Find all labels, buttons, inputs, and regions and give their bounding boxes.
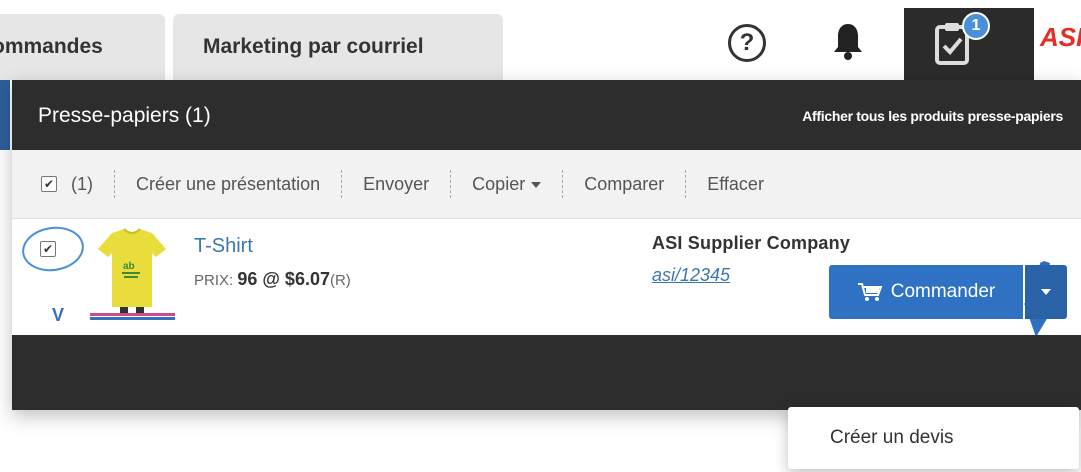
create-presentation-button[interactable]: Créer une présentation bbox=[136, 174, 320, 195]
selected-count: (1) bbox=[71, 173, 93, 194]
price-code: (R) bbox=[329, 272, 351, 289]
toolbar-divider bbox=[114, 170, 115, 198]
clipboard-panel-footer bbox=[12, 335, 1081, 410]
clipboard-panel: Presse-papiers (1) Afficher tous les pro… bbox=[12, 80, 1081, 410]
supplier-name: ASI Supplier Company bbox=[652, 233, 851, 253]
clipboard-count-badge: 1 bbox=[962, 12, 990, 40]
clipboard-panel-header: Presse-papiers (1) Afficher tous les pro… bbox=[12, 80, 1081, 150]
toolbar-divider bbox=[562, 170, 564, 198]
order-dropdown-menu: Créer un devis bbox=[788, 407, 1079, 469]
svg-text:ab: ab bbox=[123, 261, 135, 272]
toolbar-divider bbox=[450, 170, 452, 198]
clipboard-toolbar: ✔ (1) Créer une présentation Envoyer Cop… bbox=[12, 150, 1081, 219]
panel-title: Presse-papiers (1) bbox=[38, 104, 211, 127]
product-name-link[interactable]: T-Shirt bbox=[194, 235, 253, 258]
select-all-checkbox[interactable]: ✔ bbox=[41, 176, 57, 192]
product-price: PRIX: 96 @ $6.07(R) bbox=[194, 269, 351, 290]
item-checkbox[interactable]: ✔ bbox=[40, 241, 56, 257]
copy-label: Copier bbox=[472, 173, 526, 194]
create-quote-menu-item[interactable]: Créer un devis bbox=[830, 427, 954, 449]
order-button-label: Commander bbox=[890, 281, 996, 302]
send-button[interactable]: Envoyer bbox=[363, 174, 429, 195]
view-all-clipboard-link[interactable]: Afficher tous les produits presse-papier… bbox=[802, 108, 1063, 124]
tab-marketing-label: Marketing par courriel bbox=[203, 35, 424, 58]
clipboard-menu[interactable]: 1 bbox=[904, 8, 1034, 80]
order-dropdown-toggle[interactable] bbox=[1025, 265, 1067, 319]
price-label: PRIX: bbox=[194, 272, 234, 289]
chevron-down-icon bbox=[531, 181, 542, 188]
virtual-sample-icon[interactable]: V bbox=[52, 305, 64, 326]
chevron-down-icon bbox=[1041, 289, 1051, 295]
order-button[interactable]: Commander bbox=[829, 265, 1023, 319]
tab-marketing-par-courriel[interactable]: Marketing par courriel bbox=[173, 14, 503, 80]
toolbar-divider bbox=[341, 170, 343, 198]
background-strip bbox=[0, 80, 10, 150]
cart-icon bbox=[857, 283, 883, 301]
asi-logo[interactable]: ASI bbox=[1034, 14, 1081, 74]
copy-dropdown[interactable]: Copier bbox=[472, 173, 542, 195]
supplier-id-link[interactable]: asi/12345 bbox=[652, 265, 730, 286]
compare-button[interactable]: Comparer bbox=[584, 174, 664, 195]
bell-icon-graphic bbox=[834, 24, 862, 60]
toolbar-divider bbox=[685, 170, 687, 198]
help-icon[interactable]: ? bbox=[728, 24, 766, 62]
price-value: 96 @ $6.07 bbox=[237, 269, 330, 289]
tab-commandes-label: ommandes bbox=[0, 35, 103, 58]
top-navigation: ommandes Marketing par courriel ? 1 ASI bbox=[0, 0, 1081, 80]
bell-icon[interactable] bbox=[830, 22, 866, 62]
tab-commandes[interactable]: ommandes bbox=[0, 14, 165, 80]
product-thumbnail[interactable]: ab bbox=[90, 227, 175, 322]
clear-button[interactable]: Effacer bbox=[707, 174, 764, 195]
